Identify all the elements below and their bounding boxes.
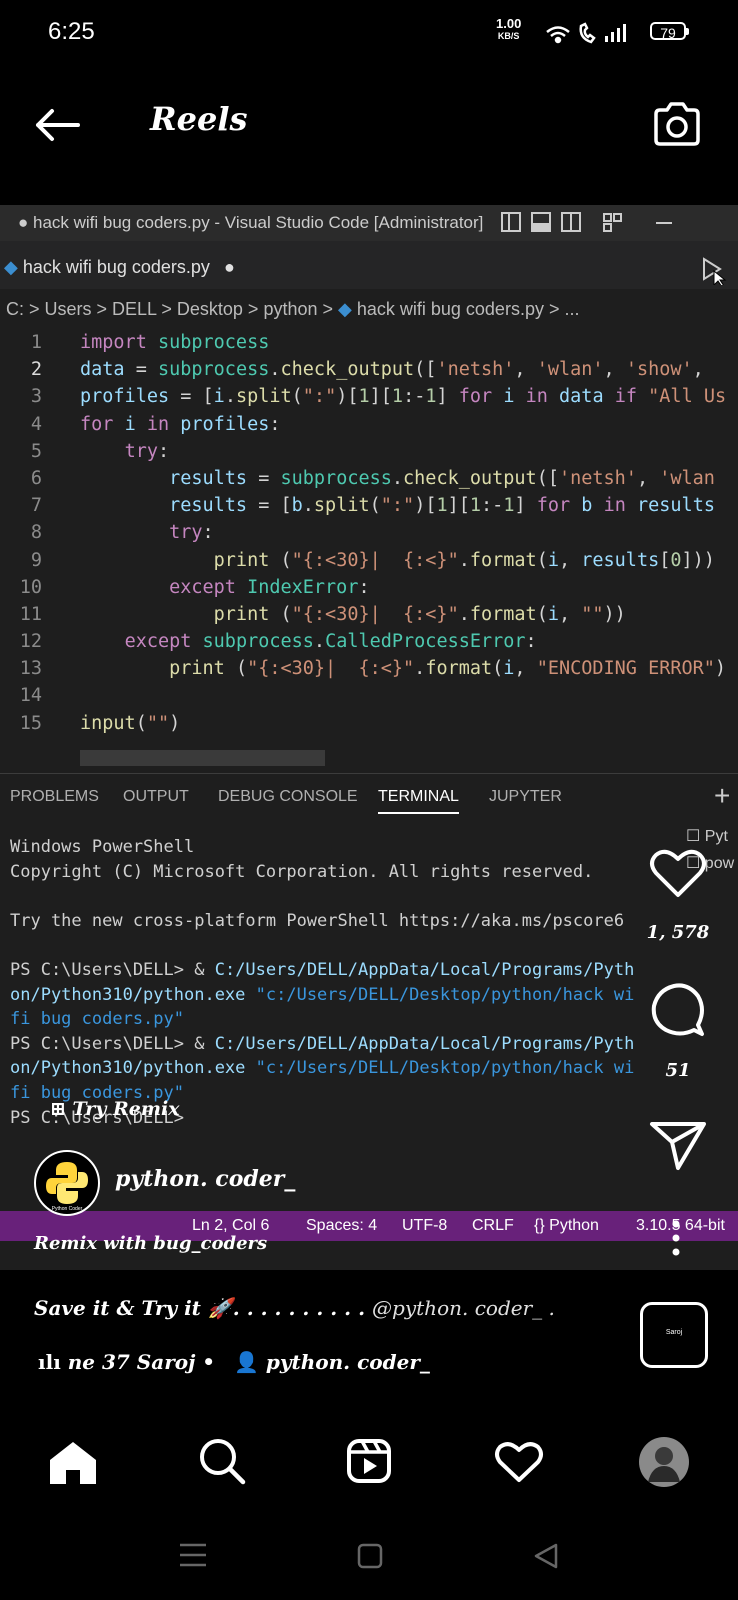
- svg-text:Python Coder: Python Coder: [52, 1206, 83, 1212]
- remix-attribution[interactable]: Remix with bug_coders: [34, 1233, 267, 1254]
- signal-icons: [546, 22, 626, 44]
- username[interactable]: python. coder_: [115, 1166, 295, 1192]
- python-logo-icon: Python Coder: [46, 1162, 88, 1212]
- audio-thumbnail[interactable]: Saroj: [640, 1302, 708, 1368]
- clock: 6:25: [48, 18, 95, 45]
- code-line: 8 try:: [30, 522, 214, 544]
- audio-wave-icon: ılı: [38, 1350, 61, 1374]
- remix-icon: ⊞: [50, 1098, 66, 1120]
- add-terminal-icon[interactable]: +: [714, 780, 730, 812]
- code-line: 1 import subprocess: [30, 332, 270, 353]
- wifi-icon: [546, 26, 570, 44]
- home-icon[interactable]: [48, 1440, 98, 1486]
- comment-count: 51: [665, 1060, 691, 1081]
- more-vertical-icon: [672, 1220, 680, 1256]
- code-line: 15 input(""): [19, 712, 181, 734]
- arrow-left-icon: [36, 109, 80, 141]
- code-line: 3 profiles = [i.split(":")[1][1:-1] for i…: [30, 386, 727, 408]
- panel-tabbar: PROBLEMS OUTPUT DEBUG CONSOLE TERMINAL J…: [0, 773, 738, 824]
- heart-icon: [650, 849, 706, 897]
- try-remix-button[interactable]: ⊞ Try Remix: [50, 1098, 180, 1120]
- audio-info[interactable]: ılı ne 37 Saroj • 👤 python. coder_: [38, 1350, 430, 1374]
- back-triangle-icon[interactable]: [532, 1542, 560, 1570]
- system-nav: [0, 1500, 738, 1600]
- volte-call-icon: [579, 22, 596, 44]
- code-editor[interactable]: 1 import subprocess 2 data = subprocess.ch…: [0, 329, 738, 737]
- code-line: 6 results = subprocess.check_output(['ne…: [30, 467, 715, 489]
- comment-icon: [651, 983, 704, 1036]
- share-button[interactable]: [648, 1118, 708, 1172]
- tab-problems[interactable]: PROBLEMS: [10, 788, 99, 806]
- avatar[interactable]: Python Coder: [34, 1150, 100, 1216]
- code-line: 9 print ("{:<30}| {:<}".format(i, result…: [30, 549, 715, 571]
- network-speed: 1.00 KB/S: [496, 16, 522, 41]
- tab-file[interactable]: ◆ hack wifi bug coders.py ●: [0, 241, 247, 289]
- status-bar: 6:25 1.00 KB/S 79: [0, 0, 738, 64]
- code-line: 12 except subprocess.CalledProcessError:: [19, 631, 537, 653]
- terminal-output: Windows PowerShell Copyright (C) Microso…: [10, 837, 635, 1128]
- layout-icons: [501, 212, 672, 232]
- battery-icon: 79: [650, 22, 689, 41]
- send-icon: [650, 1122, 706, 1170]
- code-line: 10 except IndexError:: [19, 576, 370, 598]
- run-icon[interactable]: [700, 255, 730, 285]
- code-line: 4 for i in profiles:: [30, 413, 281, 435]
- reels-icon[interactable]: [346, 1438, 392, 1484]
- cell-signal-icon: [605, 24, 626, 42]
- code-line: 11 print ("{:<30}| {:<}".format(i, "")): [19, 603, 626, 625]
- heart-nav-icon[interactable]: [494, 1440, 544, 1484]
- comment-button[interactable]: [648, 980, 708, 1040]
- editor-tabbar: ◆ hack wifi bug coders.py ●: [0, 241, 738, 289]
- like-button[interactable]: [648, 845, 708, 901]
- caption[interactable]: Save it & Try it 🚀. . . . . . . . . . @p…: [34, 1296, 555, 1320]
- breadcrumb: C: > Users > DELL > Desktop > python > ◆…: [6, 299, 580, 319]
- camera-icon: [654, 102, 700, 146]
- profile-avatar[interactable]: [638, 1436, 690, 1488]
- code-line: 7 results = [b.split(":")[1][1:-1] for b…: [30, 495, 715, 517]
- window-title: ● hack wifi bug coders.py - Visual Studi…: [18, 213, 484, 232]
- more-options-button[interactable]: [666, 1218, 686, 1262]
- home-square-icon[interactable]: [356, 1542, 384, 1570]
- code-line: 2 data = subprocess.check_output(['netsh'…: [30, 359, 715, 381]
- recents-icon[interactable]: [178, 1542, 208, 1568]
- vscode-titlebar: ● hack wifi bug coders.py - Visual Studi…: [0, 205, 738, 241]
- horizontal-scrollbar[interactable]: [80, 750, 325, 766]
- user-icon: 👤: [234, 1350, 259, 1374]
- tab-terminal[interactable]: TERMINAL: [378, 788, 459, 814]
- code-line: 13 print ("{:<30}| {:<}".format(i, "ENCO…: [19, 658, 727, 680]
- tab-output[interactable]: OUTPUT: [123, 788, 189, 806]
- page-title: Reels: [150, 100, 248, 138]
- bottom-nav: [0, 1400, 738, 1500]
- tab-jupyter[interactable]: JUPYTER: [489, 788, 562, 806]
- camera-button[interactable]: [650, 98, 704, 152]
- code-line: 5 try:: [30, 440, 170, 462]
- tab-debug-console[interactable]: DEBUG CONSOLE: [218, 788, 358, 806]
- search-icon[interactable]: [197, 1436, 247, 1486]
- code-line: 14: [19, 685, 42, 707]
- back-button[interactable]: [30, 104, 82, 146]
- like-count: 1, 578: [646, 922, 710, 943]
